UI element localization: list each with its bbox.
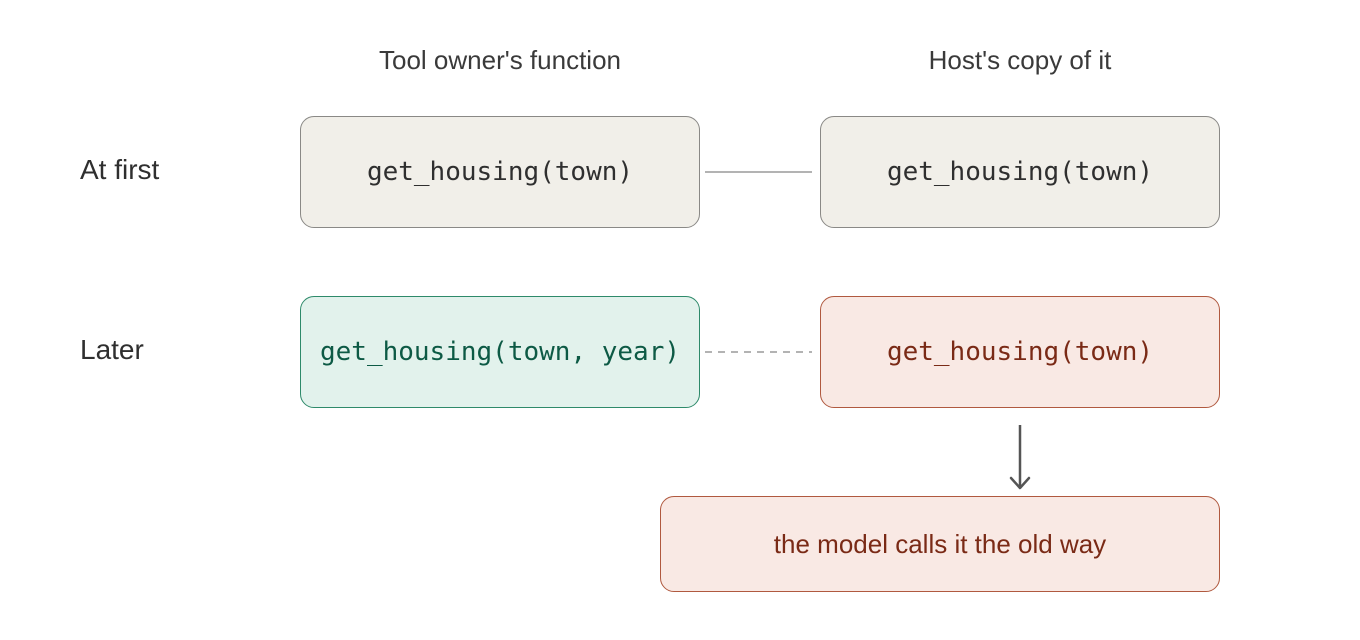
owner-column-header: Tool owner's function [379,45,621,75]
row-label-later: Later [80,334,144,365]
owner-function-signature-updated: get_housing(town, year) [319,337,681,367]
host-copy-signature-stale: get_housing(town) [886,337,1154,367]
result-text: the model calls it the old way [773,528,1107,559]
host-copy-box-initial: get_housing(town) [820,116,1220,228]
host-copy-box-stale: get_housing(town) [820,296,1220,408]
owner-function-box-initial: get_housing(town) [300,116,700,228]
result-arrow-head [1009,476,1031,490]
owner-function-box-updated: get_housing(town, year) [300,296,700,408]
host-copy-signature-initial: get_housing(town) [886,157,1154,187]
result-box: the model calls it the old way [660,496,1220,592]
owner-function-signature-initial: get_housing(town) [366,157,634,187]
host-column-header: Host's copy of it [928,45,1112,75]
row-label-at-first: At first [80,154,160,185]
